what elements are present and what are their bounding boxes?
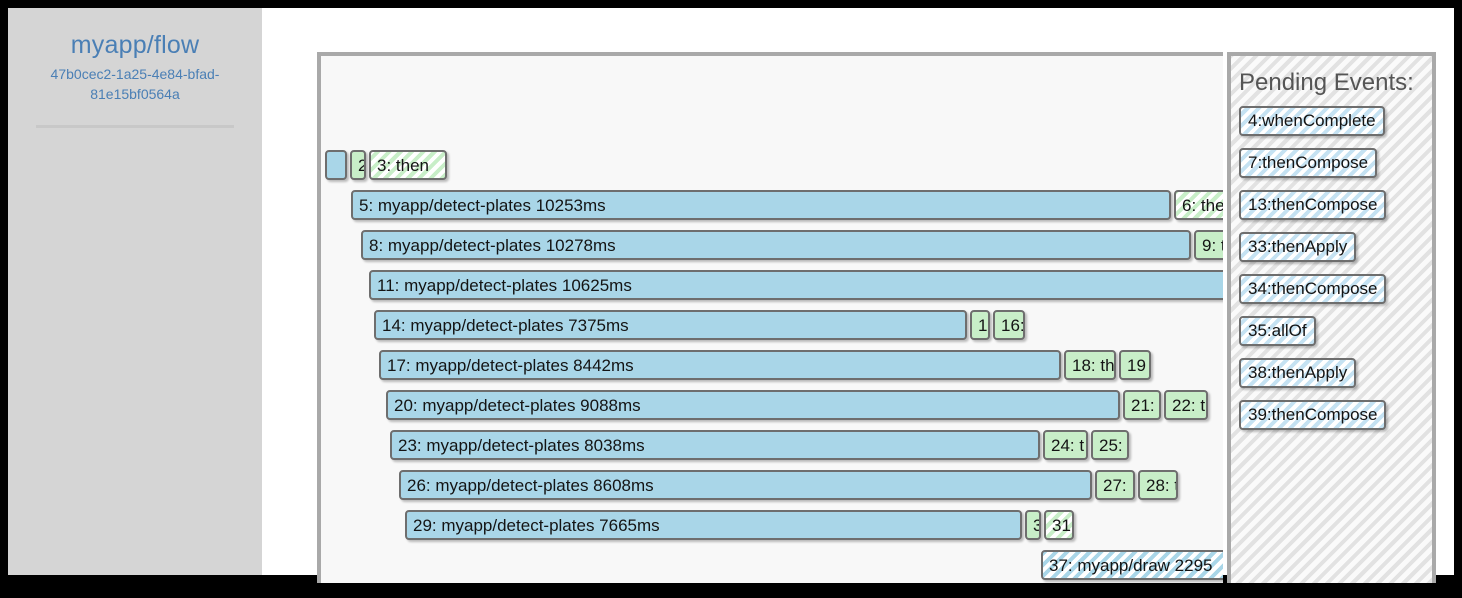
- timeline-event-segment[interactable]: 19: [1119, 350, 1151, 380]
- pending-event-item[interactable]: 34:thenCompose: [1239, 274, 1387, 304]
- segment-label: 27:: [1103, 475, 1127, 495]
- sidebar: myapp/flow 47b0cec2-1a25-4e84-bfad-81e15…: [8, 8, 262, 575]
- timeline-event-segment[interactable]: 9: t: [1194, 230, 1223, 260]
- timeline-span-segment[interactable]: 11: myapp/detect-plates 10625ms: [369, 270, 1223, 300]
- timeline-span-segment[interactable]: 5: myapp/detect-plates 10253ms: [351, 190, 1171, 220]
- timeline-event-segment[interactable]: 21:: [1123, 390, 1161, 420]
- sidebar-divider: [36, 125, 234, 128]
- pending-event-item[interactable]: 35:allOf: [1239, 316, 1316, 346]
- segment-label: 6: the: [1182, 195, 1223, 215]
- segment-label: 23: myapp/detect-plates 8038ms: [398, 435, 645, 455]
- timeline-row: 26: myapp/detect-plates 8608ms 27: 28: t: [399, 470, 1181, 500]
- timeline-span-segment[interactable]: 29: myapp/detect-plates 7665ms: [405, 510, 1022, 540]
- segment-label: 11: myapp/detect-plates 10625ms: [377, 275, 632, 295]
- timeline-event-segment[interactable]: 27:: [1095, 470, 1135, 500]
- timeline-event-segment[interactable]: 16:: [993, 310, 1025, 340]
- pending-events-panel: Pending Events: 4:whenComplete 7:thenComp…: [1227, 52, 1436, 583]
- segment-label: 17: myapp/detect-plates 8442ms: [387, 355, 634, 375]
- timeline-span-segment[interactable]: 23: myapp/detect-plates 8038ms: [390, 430, 1040, 460]
- pending-event-item[interactable]: 38:thenApply: [1239, 358, 1357, 388]
- segment-label: 21:: [1131, 395, 1155, 415]
- timeline-row: 8: myapp/detect-plates 10278ms 9: t: [361, 230, 1223, 260]
- segment-label: 16:: [1001, 315, 1025, 335]
- segment-label: 26: myapp/detect-plates 8608ms: [407, 475, 654, 495]
- segment-label: 3: [1033, 517, 1039, 534]
- pending-event-item[interactable]: 39:thenCompose: [1239, 400, 1387, 430]
- segment-label: 18: th: [1072, 355, 1115, 375]
- pending-events-title: Pending Events:: [1239, 69, 1414, 96]
- timeline-row: 14: myapp/detect-plates 7375ms 1 16:: [374, 310, 1028, 340]
- pending-events-list: 4:whenComplete 7:thenCompose 13:thenCompos…: [1237, 106, 1432, 442]
- segment-label: 5: myapp/detect-plates 10253ms: [359, 195, 606, 215]
- timeline-span-segment[interactable]: 26: myapp/detect-plates 8608ms: [399, 470, 1092, 500]
- timeline-row: 17: myapp/detect-plates 8442ms 18: th 19: [379, 350, 1154, 380]
- sidebar-flow-title: myapp/flow: [70, 31, 200, 59]
- timeline-row: 37: myapp/draw 2295: [1041, 550, 1223, 580]
- timeline-event-segment[interactable]: 6: the: [1174, 190, 1223, 220]
- pending-event-label: 38:thenApply: [1248, 363, 1348, 382]
- segment-label: 28: t: [1146, 475, 1178, 495]
- timeline-row: 11: myapp/detect-plates 10625ms: [369, 270, 1223, 300]
- timeline-event-segment[interactable]: 22: t: [1164, 390, 1208, 420]
- pending-event-item[interactable]: 13:thenCompose: [1239, 190, 1387, 220]
- timeline-span-segment[interactable]: 8: myapp/detect-plates 10278ms: [361, 230, 1191, 260]
- timeline-span-segment[interactable]: 20: myapp/detect-plates 9088ms: [386, 390, 1120, 420]
- pending-event-label: 39:thenCompose: [1248, 405, 1378, 424]
- segment-label: 14: myapp/detect-plates 7375ms: [382, 315, 629, 335]
- segment-label: 20: myapp/detect-plates 9088ms: [394, 395, 641, 415]
- segment-label: 3: then: [377, 155, 429, 175]
- page-canvas: myapp/flow 47b0cec2-1a25-4e84-bfad-81e15…: [8, 8, 1454, 583]
- timeline-event-segment[interactable]: 25:: [1091, 430, 1129, 460]
- sidebar-flow-uuid: 47b0cec2-1a25-4e84-bfad-81e15bf0564a: [50, 66, 220, 102]
- timeline-span-segment[interactable]: 37: myapp/draw 2295: [1041, 550, 1223, 580]
- pending-event-label: 7:thenCompose: [1248, 153, 1369, 172]
- segment-label: 2: [358, 157, 364, 174]
- segment-label: 19: [1127, 355, 1146, 375]
- segment-label: 8: myapp/detect-plates 10278ms: [369, 235, 616, 255]
- segment-label: 22: t: [1172, 395, 1206, 415]
- pending-event-item[interactable]: 33:thenApply: [1239, 232, 1357, 262]
- screenshot-root: myapp/flow 47b0cec2-1a25-4e84-bfad-81e15…: [0, 0, 1462, 598]
- timeline-event-segment[interactable]: 3: [1025, 510, 1041, 540]
- pending-event-label: 4:whenComplete: [1248, 111, 1376, 130]
- timeline-event-segment[interactable]: 24: t: [1043, 430, 1088, 460]
- pending-event-label: 13:thenCompose: [1248, 195, 1378, 214]
- segment-label: 37: myapp/draw 2295: [1049, 555, 1213, 575]
- timeline-row: 5: myapp/detect-plates 10253ms 6: the: [351, 190, 1223, 220]
- segment-label: 1: [978, 315, 988, 335]
- timeline-event-segment[interactable]: 18: th: [1064, 350, 1116, 380]
- timeline-panel[interactable]: 2 3: then 5: myapp/detect-plates 10253ms 6:…: [317, 52, 1223, 583]
- timeline-event-segment[interactable]: 1: [970, 310, 990, 340]
- timeline-row: 29: myapp/detect-plates 7665ms 3 31: [405, 510, 1077, 540]
- timeline-span-segment[interactable]: 17: myapp/detect-plates 8442ms: [379, 350, 1061, 380]
- segment-label: 29: myapp/detect-plates 7665ms: [413, 515, 660, 535]
- pending-event-label: 35:allOf: [1248, 321, 1307, 340]
- pending-event-label: 34:thenCompose: [1248, 279, 1378, 298]
- timeline-event-segment[interactable]: 2: [350, 150, 366, 180]
- timeline-rows: 2 3: then 5: myapp/detect-plates 10253ms 6:…: [321, 56, 1223, 583]
- timeline-row: 20: myapp/detect-plates 9088ms 21: 22: t: [386, 390, 1211, 420]
- timeline-row: 23: myapp/detect-plates 8038ms 24: t 25:: [390, 430, 1132, 460]
- segment-label: 24: t: [1051, 435, 1085, 455]
- timeline-event-segment[interactable]: 3: then: [369, 150, 447, 180]
- segment-label: 31: [1052, 515, 1071, 535]
- pending-event-label: 33:thenApply: [1248, 237, 1348, 256]
- segment-label: 25:: [1099, 435, 1123, 455]
- timeline-event-segment[interactable]: 28: t: [1138, 470, 1178, 500]
- segment-label: 9: t: [1202, 235, 1223, 255]
- timeline-span-segment[interactable]: [325, 150, 347, 180]
- pending-event-item[interactable]: 7:thenCompose: [1239, 148, 1378, 178]
- timeline-row: 2 3: then: [325, 150, 450, 180]
- pending-event-item[interactable]: 4:whenComplete: [1239, 106, 1385, 136]
- timeline-span-segment[interactable]: 14: myapp/detect-plates 7375ms: [374, 310, 967, 340]
- timeline-event-segment[interactable]: 31: [1044, 510, 1074, 540]
